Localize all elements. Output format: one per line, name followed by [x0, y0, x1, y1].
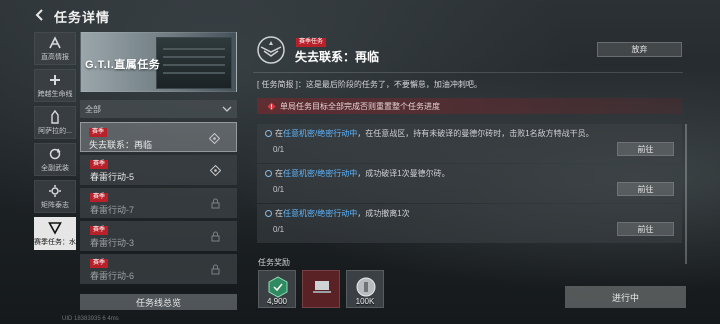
info-icon [265, 210, 272, 217]
banner-title: G.T.I.直属任务 [85, 59, 161, 71]
go-button[interactable]: 前往 [617, 182, 674, 196]
filter-label: 全部 [85, 104, 101, 114]
laptop-icon [313, 281, 331, 293]
task-line-banner: G.T.I.直属任务 [80, 32, 237, 92]
filter-dropdown[interactable]: 全部 [80, 100, 237, 118]
list-item[interactable]: 赛季 失去联系：再临 [80, 122, 237, 152]
target-icon [209, 133, 220, 144]
reward-qty: 100K [355, 297, 375, 306]
refresh-icon [49, 148, 61, 159]
triangle-icon [48, 221, 62, 235]
list-item[interactable]: 赛季 春雷行动-7 [80, 188, 237, 218]
target-icon [210, 165, 221, 176]
objective-text: 在任意机密/绝密行动中，在任意战区，持有未破译的曼德尔砖时，击败1名敌方特战干员… [265, 128, 674, 139]
season-task-badge: 赛季任务 [296, 38, 327, 47]
rail-item-label: 全副武装 [41, 164, 69, 172]
info-icon [265, 130, 272, 137]
reward-item[interactable] [302, 270, 340, 308]
reward-qty: 4,900 [266, 297, 288, 306]
rail-item-season[interactable]: 赛季任务：水 [34, 217, 76, 250]
chevron-a-icon [49, 35, 61, 48]
scrollbar[interactable] [685, 124, 687, 264]
objective-list: 在任意机密/绝密行动中，在任意战区，持有未破译的曼德尔砖时，击败1名敌方特战干员… [257, 124, 682, 244]
warning-icon [267, 102, 276, 110]
rail-item-label: 直高情报 [41, 53, 69, 61]
reward-list: 4,900 100K [258, 270, 384, 308]
crate-image [156, 37, 232, 89]
season-badge: 赛季 [89, 128, 108, 137]
objective-text: 在任意机密/绝密行动中，成功撤离1次 [265, 208, 674, 219]
task-line-overview-button[interactable]: 任务线总览 [80, 294, 237, 310]
reward-item[interactable]: 4,900 [258, 270, 296, 308]
lock-icon [211, 264, 220, 275]
plus-icon [50, 74, 60, 85]
gear-icon [49, 184, 61, 197]
tower-icon [51, 109, 59, 124]
task-name: 春雷行动-3 [90, 238, 135, 248]
chevron-down-icon [222, 106, 232, 112]
season-badge: 赛季 [90, 160, 109, 169]
go-button[interactable]: 前往 [617, 222, 674, 236]
task-name: 春雷行动-5 [90, 172, 135, 182]
lock-icon [211, 231, 220, 242]
objective-text: 在任意机密/绝密行动中，成功破译1次曼德尔砖。 [265, 168, 674, 179]
task-name: 失去联系：再临 [89, 140, 153, 150]
list-item[interactable]: 赛季 春雷行动-6 [80, 254, 237, 284]
rail-item-armed[interactable]: 全副武装 [34, 143, 76, 176]
rail-item-label: 矩阵泰志 [41, 201, 69, 209]
info-icon [265, 170, 272, 177]
objective-progress: 0/1 [273, 225, 285, 234]
coin-icon [356, 277, 376, 297]
back-arrow-icon [35, 9, 43, 21]
category-rail: 直高情报 跨越生命线 阿萨拉的... 全副武装 矩阵泰志 赛季任务：水 [34, 32, 76, 254]
objective-progress: 0/1 [273, 145, 285, 154]
task-list: 赛季 失去联系：再临 赛季 春雷行动-5 赛季 春雷行动-7 赛季 春雷行动-3… [80, 122, 237, 290]
winged-emblem-icon [257, 36, 285, 64]
task-name: 春雷行动-6 [90, 271, 135, 281]
rewards-label: 任务奖励 [258, 258, 290, 267]
page-title: 任务详情 [54, 10, 111, 25]
season-badge: 赛季 [90, 259, 109, 268]
back-button[interactable] [32, 7, 48, 23]
task-list-column: G.T.I.直属任务 全部 赛季 失去联系：再临 赛季 春雷行动-5 赛季 春雷… [80, 32, 237, 290]
objective-progress: 0/1 [273, 185, 285, 194]
warning-text: 单局任务目标全部完成否则重置整个任务进度 [280, 101, 440, 111]
task-brief: [ 任务简报 ]：这是最后阶段的任务了，不要懈怠，加油冲刺吧。 [257, 80, 482, 89]
go-button[interactable]: 前往 [617, 142, 674, 156]
rail-item-label: 跨越生命线 [37, 90, 73, 98]
reward-item[interactable]: 100K [346, 270, 384, 308]
rail-item-lifeline[interactable]: 跨越生命线 [34, 69, 76, 102]
emblem-icon [268, 276, 288, 298]
season-badge: 赛季 [90, 193, 109, 202]
list-item[interactable]: 赛季 春雷行动-5 [80, 155, 237, 185]
rail-item-matrix[interactable]: 矩阵泰志 [34, 180, 76, 213]
rail-item-asala[interactable]: 阿萨拉的... [34, 106, 76, 139]
header: 任务详情 [0, 0, 720, 30]
rail-item-intel[interactable]: 直高情报 [34, 32, 76, 65]
objective-item: 在任意机密/绝密行动中，成功破译1次曼德尔砖。 0/1 前往 [257, 164, 682, 203]
lock-icon [211, 198, 220, 209]
task-title: 失去联系：再临 [295, 50, 380, 64]
objective-item: 在任意机密/绝密行动中，成功撤离1次 0/1 前往 [257, 204, 682, 243]
objective-item: 在任意机密/绝密行动中，在任意战区，持有未破译的曼德尔砖时，击败1名敌方特战干员… [257, 124, 682, 163]
task-name: 春雷行动-7 [90, 205, 135, 215]
rail-item-label: 阿萨拉的... [38, 127, 72, 135]
rail-item-label: 赛季任务：水 [34, 238, 76, 246]
abandon-button[interactable]: 放弃 [597, 42, 682, 57]
in-progress-button: 进行中 [565, 286, 686, 308]
warning-banner: 单局任务目标全部完成否则重置整个任务进度 [257, 98, 682, 114]
list-item[interactable]: 赛季 春雷行动-3 [80, 221, 237, 251]
divider [253, 72, 683, 73]
footer-uid: UID 18383935 6 4ms [62, 316, 119, 322]
season-badge: 赛季 [90, 226, 109, 235]
